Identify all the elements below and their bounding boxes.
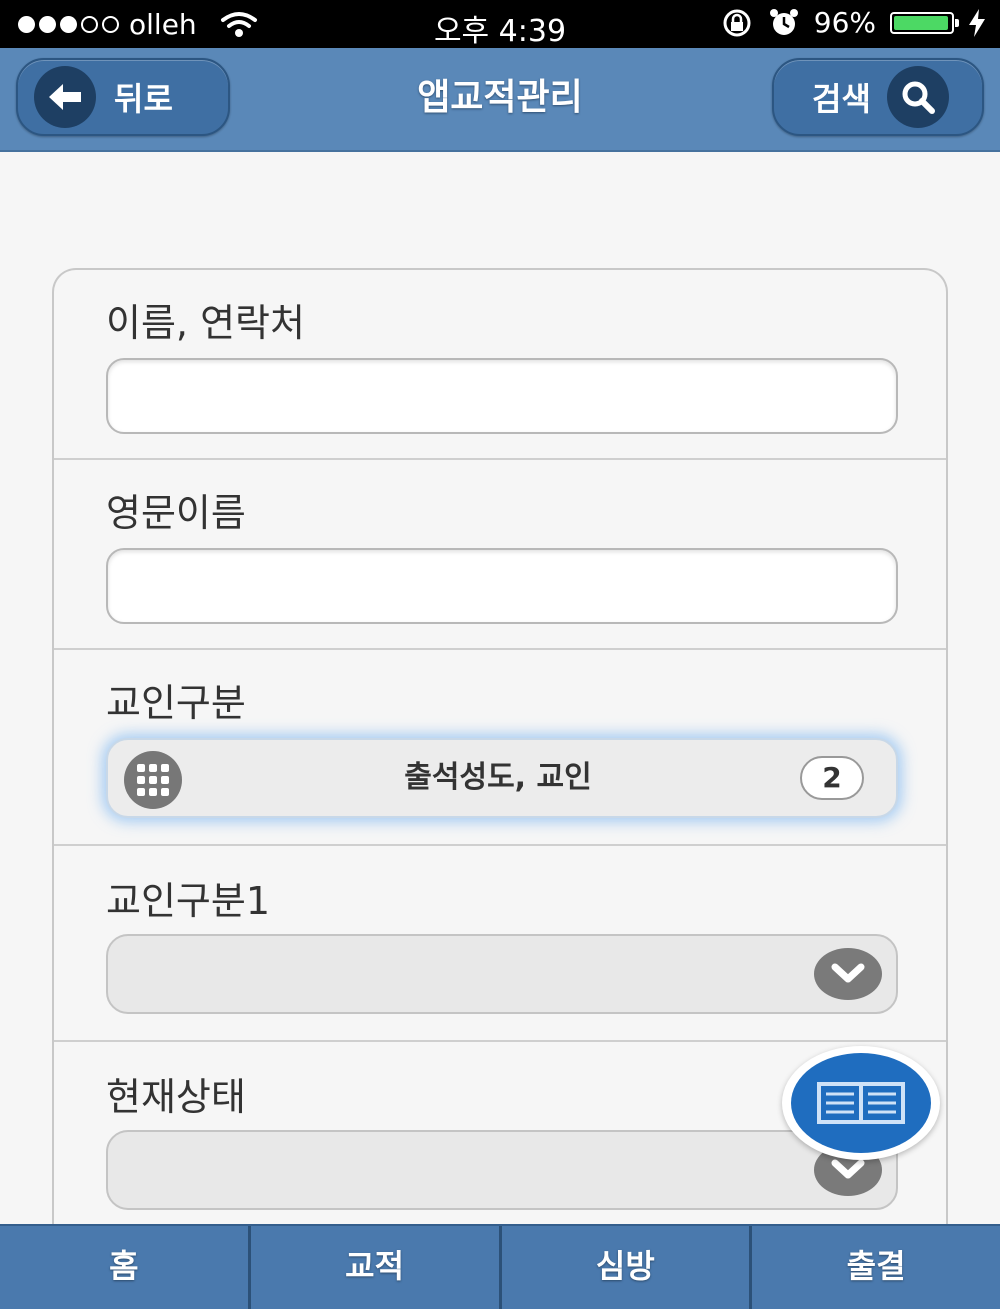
field-label: 현재상태 (106, 1075, 246, 1119)
current-status-value (108, 1132, 888, 1208)
charging-icon (969, 8, 985, 37)
field-member-type: 교인구분 출석성도, 교인 2 (54, 650, 946, 846)
arrow-left-icon (34, 66, 96, 128)
bottom-tab-bar: 홈 교적 심방 출결 (0, 1224, 1000, 1309)
back-button[interactable]: 뒤로 (16, 58, 230, 136)
search-button-label: 검색 (812, 80, 871, 118)
search-button[interactable]: 검색 (772, 58, 984, 136)
field-label: 교인구분1 (106, 879, 271, 923)
current-status-select[interactable] (106, 1130, 898, 1210)
tab-home[interactable]: 홈 (0, 1226, 248, 1309)
member-type-select[interactable]: 출석성도, 교인 2 (106, 738, 898, 818)
book-icon (791, 1053, 931, 1153)
alarm-icon (769, 8, 798, 35)
chevron-down-icon (814, 948, 882, 1000)
name-contact-input[interactable] (106, 358, 898, 434)
field-english-name: 영문이름 (54, 460, 946, 650)
tab-attendance[interactable]: 출결 (749, 1226, 1000, 1309)
selected-count-badge: 2 (800, 756, 864, 800)
field-label: 영문이름 (106, 491, 246, 535)
member-type-1-value (108, 936, 888, 1012)
field-label: 교인구분 (106, 681, 246, 725)
tab-visitation[interactable]: 심방 (498, 1226, 750, 1309)
battery-icon (890, 11, 959, 34)
field-member-type-1: 교인구분1 (54, 846, 946, 1042)
field-label: 이름, 연락처 (106, 301, 305, 345)
book-fab-button[interactable] (782, 1046, 940, 1160)
search-icon (886, 66, 949, 128)
member-type-1-select[interactable] (106, 934, 898, 1014)
battery-fill (894, 15, 948, 30)
tab-membership[interactable]: 교적 (247, 1226, 499, 1309)
rotation-lock-icon (723, 9, 751, 36)
english-name-input[interactable] (106, 548, 898, 624)
field-name-contact: 이름, 연락처 (54, 270, 946, 460)
back-button-label: 뒤로 (114, 80, 173, 118)
status-bar: olleh 오후 4:39 96% (0, 0, 1000, 49)
status-right: 96% (720, 6, 986, 39)
battery-percent: 96% (813, 6, 876, 39)
app-header: 앱교적관리 뒤로 검색 (0, 48, 1000, 152)
member-type-value: 출석성도, 교인 (404, 760, 592, 795)
